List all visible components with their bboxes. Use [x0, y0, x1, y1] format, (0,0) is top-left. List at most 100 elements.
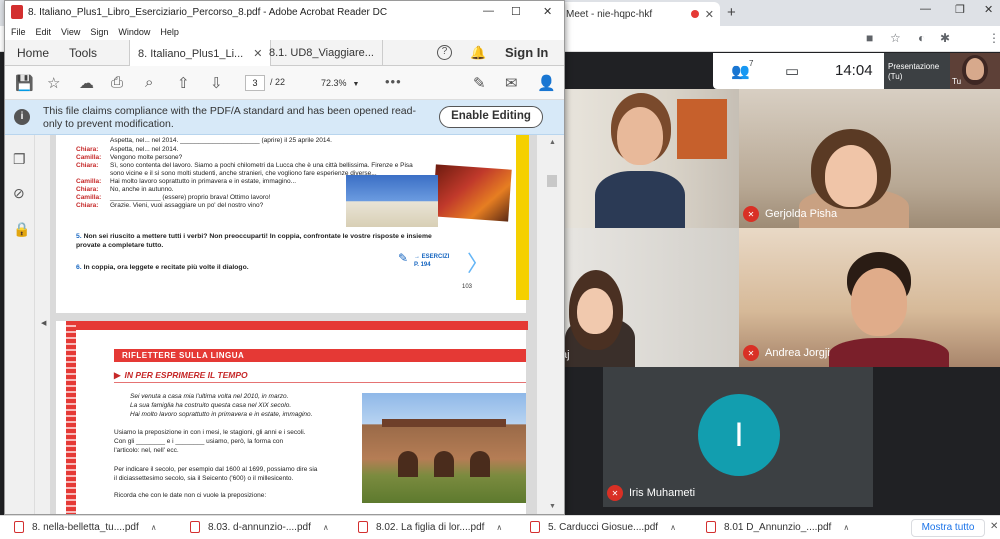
pdf-file-icon	[706, 521, 716, 533]
participant-tile-6	[873, 367, 1000, 507]
tab-tools[interactable]: Tools	[69, 46, 97, 60]
meet-tab-title: Meet - nie-hqpc-hkf	[566, 8, 653, 20]
self-tile[interactable]: Tu	[950, 53, 1000, 89]
meeting-clock: 14:04	[835, 62, 873, 79]
close-shelf-icon[interactable]: ✕	[990, 521, 998, 532]
chevron-up-icon[interactable]: ∧	[323, 523, 329, 532]
sign-in-button[interactable]: Sign In	[505, 45, 548, 60]
download-item[interactable]: 5. Carducci Giosue....pdf ∧	[530, 521, 676, 533]
menu-view[interactable]: View	[61, 27, 80, 37]
menu-window[interactable]: Window	[118, 27, 150, 37]
chevron-up-icon[interactable]: ∧	[496, 523, 502, 532]
participant-tile-5[interactable]: I ✕ Iris Muhameti	[603, 367, 873, 507]
chevron-up-icon[interactable]: ∧	[151, 523, 157, 532]
camera-icon[interactable]: ■	[866, 31, 873, 45]
zoom-search-icon[interactable]: ⌕	[145, 74, 153, 91]
chevron-up-icon[interactable]: ∧	[843, 523, 849, 532]
page-number: 103	[462, 284, 473, 290]
close-window-icon[interactable]: ✕	[984, 3, 993, 16]
scrollbar-thumb[interactable]	[547, 175, 557, 187]
maximize-icon[interactable]: ☐	[511, 5, 521, 18]
new-tab-icon[interactable]: +	[727, 4, 736, 21]
self-label: Tu	[952, 77, 962, 86]
help-icon[interactable]: ?	[437, 45, 452, 60]
chat-icon[interactable]: ▭	[785, 62, 799, 80]
menu-sign[interactable]: Sign	[90, 27, 108, 37]
house-arch	[434, 451, 454, 477]
scroll-up-icon[interactable]: ▲	[549, 139, 556, 146]
page-down-icon[interactable]: ⇩	[210, 74, 223, 92]
participant-tile-3[interactable]: aj	[565, 228, 739, 367]
page-total: / 22	[270, 77, 286, 87]
menu-edit[interactable]: Edit	[36, 27, 52, 37]
doc-tab-label: 8.1. UD8_Viaggiare...	[269, 47, 374, 59]
pages-thumbnail-icon[interactable]: ❐	[13, 151, 26, 168]
participants-icon[interactable]: 👥	[731, 62, 750, 80]
rule-line: Ricorda che con le date non ci vuole la …	[114, 492, 267, 499]
doc-tab-2[interactable]: 8.1. UD8_Viaggiare...	[261, 40, 383, 66]
participant-tile-1[interactable]	[565, 89, 739, 228]
enable-editing-button[interactable]: Enable Editing	[439, 106, 543, 128]
participant-name: ✕ Gerjolda Pisha	[743, 206, 837, 222]
exercise-5-cont: provate a completare tutto.	[76, 242, 164, 249]
example-line: La sua famiglia ha costruito questa casa…	[130, 402, 292, 409]
chevron-up-icon[interactable]: ∧	[670, 523, 676, 532]
farmhouse-photo	[362, 393, 526, 503]
download-item[interactable]: 8.01 D_Annunzio_....pdf ∧	[706, 521, 849, 533]
close-tab-icon[interactable]: ✕	[705, 8, 714, 21]
document-viewport[interactable]: Aspetta, nel... nel 2014. ______________…	[50, 135, 537, 514]
participant-avatar: I	[698, 394, 780, 476]
house-roof	[382, 419, 506, 427]
presentation-tile[interactable]: Presentazione (Tu)	[884, 53, 950, 89]
participant-tile-2[interactable]: ✕ Gerjolda Pisha	[739, 89, 1000, 228]
mail-icon[interactable]: ✉	[505, 74, 518, 92]
person-body	[595, 171, 685, 228]
download-item[interactable]: 8.02. La figlia di lor....pdf ∧	[358, 521, 502, 533]
collapse-pane-icon[interactable]: ◀	[41, 319, 46, 327]
menu-file[interactable]: File	[11, 27, 26, 37]
self-face	[966, 58, 984, 80]
exercise-6: 6. In coppia, ora leggete e recitate più…	[76, 264, 249, 271]
doc-tab-1[interactable]: 8. Italiano_Plus1_Li... ✕	[129, 40, 272, 66]
page-number-input[interactable]: 3	[245, 75, 265, 91]
download-item[interactable]: 8. nella-belletta_tu....pdf ∧	[14, 521, 157, 533]
person-face	[617, 107, 663, 165]
minimize-icon[interactable]: —	[920, 3, 931, 15]
bookmark-star-icon[interactable]: ☆	[47, 74, 60, 92]
page-up-icon[interactable]: ⇧	[177, 74, 190, 92]
minimize-icon[interactable]: —	[483, 5, 494, 17]
save-icon[interactable]: 💾	[15, 74, 34, 92]
pdfa-notice-bar: i This file claims compliance with the P…	[5, 100, 564, 135]
upload-cloud-icon[interactable]: ☁	[79, 74, 94, 92]
add-user-icon[interactable]: 👤	[537, 74, 556, 92]
participant-tile-4[interactable]: ✕ Andrea Jorgji	[739, 228, 1000, 367]
star-icon[interactable]: ☆	[890, 31, 901, 45]
show-all-downloads-button[interactable]: Mostra tutto	[911, 519, 985, 537]
fill-sign-icon[interactable]: ✎	[473, 74, 486, 92]
puzzle-icon[interactable]: ✱	[940, 31, 950, 45]
restore-icon[interactable]: ❐	[955, 3, 965, 16]
extension-icon[interactable]: ◐	[918, 31, 925, 45]
rule-line: il diciassettesimo secolo, sia il Seicen…	[114, 475, 294, 482]
bell-icon[interactable]: 🔔	[470, 45, 486, 61]
tab-home[interactable]: Home	[17, 46, 49, 60]
rule-line: Con gli ________ e i ________ usiamo, pe…	[114, 438, 284, 445]
menu-dots-icon[interactable]: ⋮	[988, 31, 1000, 45]
close-window-icon[interactable]: ✕	[543, 5, 552, 18]
menu-help[interactable]: Help	[160, 27, 179, 37]
pencil-icon: ✎	[398, 251, 409, 265]
scroll-down-icon[interactable]: ▼	[549, 503, 556, 510]
vertical-scrollbar[interactable]: ▲ ▼	[541, 135, 564, 514]
lock-icon[interactable]: 🔒	[13, 221, 30, 238]
meet-tab[interactable]: Meet - nie-hqpc-hkf ✕	[560, 2, 720, 26]
acrobat-title: 8. Italiano_Plus1_Libro_Eserciziario_Per…	[28, 6, 388, 18]
dialogue-line: Chiara: Grazie. Vieni, vuoi assaggiare un…	[76, 202, 264, 209]
more-tools-icon[interactable]: •••	[385, 74, 402, 89]
chevron-down-icon: ▼	[352, 81, 360, 88]
dialogue-line: Camilla: ______________ (essere) proprio …	[76, 194, 271, 201]
print-icon[interactable]: ⎙	[111, 74, 123, 91]
zoom-select[interactable]: 72.3% ▼	[315, 75, 365, 91]
download-item[interactable]: 8.03. d-annunzio-....pdf ∧	[190, 521, 329, 533]
attachment-icon[interactable]: ⊘	[13, 185, 25, 202]
rule-line: Per indicare il secolo, per esempio dal …	[114, 466, 318, 473]
